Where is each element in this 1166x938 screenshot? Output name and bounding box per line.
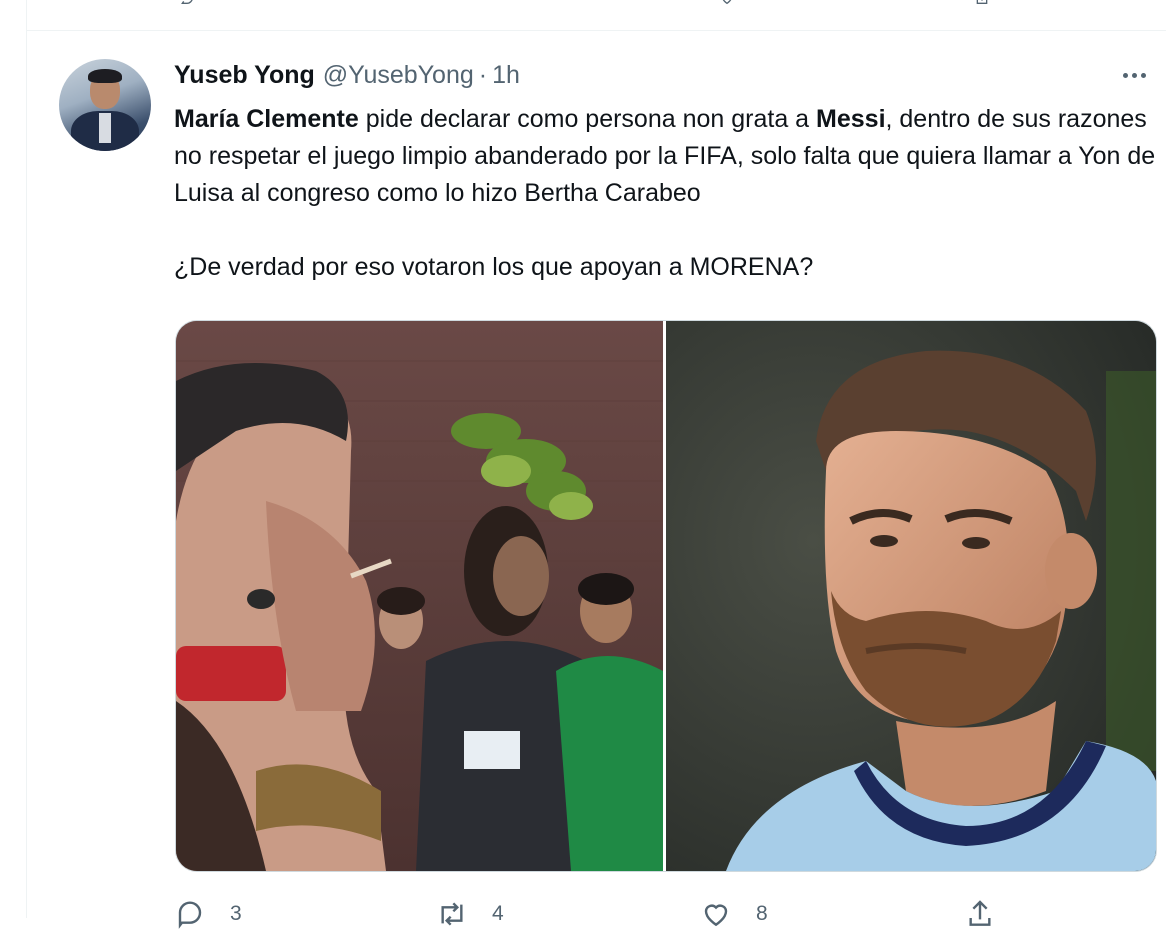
reply-count: 3 bbox=[230, 902, 242, 925]
tweet-paragraph-2: ¿De verdad por eso votaron los que apoya… bbox=[174, 253, 814, 281]
heart-icon bbox=[704, 904, 728, 927]
share-icon bbox=[969, 900, 991, 926]
avatar-hair bbox=[88, 69, 122, 83]
tweet-text: María Clemente pide declarar como person… bbox=[174, 101, 1159, 286]
tweet-header: Yuseb Yong @YusebYong · 1h bbox=[174, 59, 520, 91]
like-button[interactable]: 8 bbox=[700, 898, 768, 930]
retweet-icon bbox=[441, 902, 463, 926]
separator: · bbox=[478, 60, 488, 89]
avatar-shirt bbox=[99, 113, 111, 143]
tweet-text-part-1: pide declarar como persona non grata a bbox=[358, 105, 817, 133]
media-image-left[interactable] bbox=[176, 321, 663, 871]
media-image-right[interactable] bbox=[666, 321, 1156, 871]
like-count: 8 bbox=[756, 902, 768, 925]
photo-messi-portrait bbox=[666, 321, 1156, 871]
tweet-actions: 3 4 8 bbox=[174, 898, 1074, 938]
retweet-button[interactable]: 4 bbox=[436, 898, 504, 930]
reply-icon[interactable] bbox=[176, 0, 198, 6]
author-handle[interactable]: @YusebYong bbox=[323, 61, 474, 90]
heart-icon[interactable] bbox=[716, 0, 738, 6]
previous-tweet-actions bbox=[26, 0, 1166, 31]
share-icon[interactable] bbox=[971, 0, 993, 6]
mention-maria-clemente: María Clemente bbox=[174, 105, 359, 133]
retweet-count: 4 bbox=[492, 902, 504, 925]
photo-protest-scene bbox=[176, 321, 663, 871]
tweet-paragraph-1: María Clemente pide declarar como person… bbox=[174, 101, 1159, 212]
share-button[interactable] bbox=[964, 898, 1020, 930]
reply-button[interactable]: 3 bbox=[174, 898, 242, 930]
mention-messi: Messi bbox=[816, 105, 886, 133]
more-dots-icon[interactable] bbox=[1120, 65, 1150, 85]
tweet[interactable]: Yuseb Yong @YusebYong · 1h María Clement… bbox=[27, 31, 1166, 929]
tweet-time[interactable]: 1h bbox=[492, 61, 520, 90]
avatar[interactable] bbox=[59, 59, 151, 151]
reply-icon bbox=[178, 901, 202, 929]
author-name[interactable]: Yuseb Yong bbox=[174, 61, 315, 90]
tweet-media[interactable] bbox=[175, 320, 1157, 872]
